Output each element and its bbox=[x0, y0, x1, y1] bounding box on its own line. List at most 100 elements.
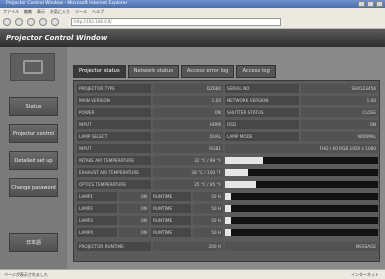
row-value-2: FHD / 60 RGB 1920 x 1080 bbox=[225, 144, 378, 153]
logo bbox=[10, 53, 55, 81]
page-content: Status Projector control Detailed set up… bbox=[0, 47, 385, 269]
status-row: LAMP1 ON RUNTIME 50 H bbox=[77, 191, 378, 202]
status-panel: PROJECTOR TYPE DZ680 SERIAL NO SH0123456… bbox=[73, 80, 380, 262]
row-value-2: 50 H bbox=[193, 192, 223, 201]
status-row: PROJECTOR RUNTIME 200 H MESSAGE bbox=[77, 241, 378, 252]
row-value: DZ680 bbox=[153, 84, 223, 93]
row-value: ON bbox=[119, 204, 149, 213]
browser-toolbar: http://192.168.0.8/ bbox=[0, 16, 385, 29]
window-title: Projector Control Window - Microsoft Int… bbox=[6, 1, 128, 6]
row-label: LAMP2 bbox=[77, 204, 117, 213]
row-value: ON bbox=[119, 192, 149, 201]
status-text: ページが表示されました bbox=[4, 272, 48, 277]
row-label-2: RUNTIME bbox=[151, 192, 191, 201]
sidebar-item-language[interactable]: 日本語 bbox=[9, 233, 58, 252]
status-row: LAMP SELECT DUAL LAMP MODE NORMAL bbox=[77, 131, 378, 142]
temperature-bar bbox=[225, 181, 378, 188]
address-bar[interactable]: http://192.168.0.8/ bbox=[71, 18, 281, 26]
main-area: Projector status Network status Access e… bbox=[67, 47, 385, 269]
row-value-2: ON bbox=[301, 120, 378, 129]
row-label: LAMP3 bbox=[77, 216, 117, 225]
lamp-runtime-bar-fill bbox=[225, 217, 232, 224]
menu-item-tools[interactable]: ツール bbox=[75, 9, 87, 15]
row-value: ON bbox=[153, 108, 223, 117]
tab-access-error-log[interactable]: Access error log bbox=[180, 65, 235, 78]
tab-access-log[interactable]: Access log bbox=[236, 65, 276, 78]
menu-item-favorites[interactable]: お気に入り bbox=[50, 9, 70, 15]
row-value: 1.00 bbox=[153, 96, 223, 105]
window-title-bar: Projector Control Window - Microsoft Int… bbox=[0, 0, 385, 8]
temperature-bar-fill bbox=[225, 157, 264, 164]
row-value: RGB1 bbox=[153, 144, 223, 153]
sidebar-item-projector-control[interactable]: Projector control bbox=[9, 124, 58, 143]
lamp-runtime-bar bbox=[225, 193, 378, 200]
status-row: OPTICS TEMPERATURE 35 °C / 95 °F bbox=[77, 179, 378, 190]
row-label: INPUT bbox=[77, 144, 151, 153]
status-row: LAMP4 ON RUNTIME 50 H bbox=[77, 227, 378, 238]
row-value-2: 50 H bbox=[193, 228, 223, 237]
sidebar-item-detailed-setup[interactable]: Detailed set up bbox=[9, 151, 58, 170]
back-icon[interactable] bbox=[3, 18, 11, 26]
tab-bar: Projector status Network status Access e… bbox=[73, 65, 276, 78]
row-value: DUAL bbox=[153, 132, 223, 141]
browser-status-bar: ページが表示されました インターネット bbox=[0, 269, 385, 279]
row-label: LAMP1 bbox=[77, 192, 117, 201]
forward-icon[interactable] bbox=[15, 18, 23, 26]
row-label-2: SHUTTER STATUS bbox=[225, 108, 299, 117]
status-row: INTAKE AIR TEMPERATURE 32 °C / 89 °F bbox=[77, 155, 378, 166]
row-value: 200 H bbox=[153, 242, 223, 251]
status-row: MAIN VERSION 1.00 NETWORK VERSION 1.00 bbox=[77, 95, 378, 106]
home-icon[interactable] bbox=[51, 18, 59, 26]
row-label: INPUT bbox=[77, 120, 151, 129]
menu-item-help[interactable]: ヘルプ bbox=[92, 9, 104, 15]
row-label-2: NETWORK VERSION bbox=[225, 96, 299, 105]
row-value-2: 50 H bbox=[193, 216, 223, 225]
menu-item-view[interactable]: 表示 bbox=[37, 9, 45, 15]
lamp-runtime-bar-fill bbox=[225, 205, 232, 212]
row-value-2: NORMAL bbox=[301, 132, 378, 141]
row-value: 38 °C / 100 °F bbox=[153, 168, 223, 177]
row-value-2: 50 H bbox=[193, 204, 223, 213]
lamp-runtime-bar bbox=[225, 205, 378, 212]
row-label-2: RUNTIME bbox=[151, 228, 191, 237]
menu-item-edit[interactable]: 編集 bbox=[24, 9, 32, 15]
minimize-icon[interactable] bbox=[358, 1, 365, 7]
row-label: PROJECTOR TYPE bbox=[77, 84, 151, 93]
row-value: ON bbox=[119, 216, 149, 225]
row-label: LAMP SELECT bbox=[77, 132, 151, 141]
close-icon[interactable] bbox=[376, 1, 383, 7]
browser-window: Projector Control Window - Microsoft Int… bbox=[0, 0, 385, 279]
row-value: ON bbox=[119, 228, 149, 237]
temperature-bar bbox=[225, 169, 378, 176]
tab-projector-status[interactable]: Projector status bbox=[73, 65, 126, 78]
row-value-2: MESSAGE bbox=[225, 242, 378, 251]
status-row: POWER ON SHUTTER STATUS CLOSE bbox=[77, 107, 378, 118]
page-banner: Projector Control Window bbox=[0, 29, 385, 47]
sidebar-item-change-password[interactable]: Change password bbox=[9, 178, 58, 197]
row-label-2: RUNTIME bbox=[151, 204, 191, 213]
row-value-2: CLOSE bbox=[301, 108, 378, 117]
row-label: OPTICS TEMPERATURE bbox=[77, 180, 151, 189]
maximize-icon[interactable] bbox=[367, 1, 374, 7]
lamp-runtime-bar-fill bbox=[225, 229, 232, 236]
status-row: INPUT HDMI OSD ON bbox=[77, 119, 378, 130]
row-value: 32 °C / 89 °F bbox=[153, 156, 223, 165]
row-label-2: RUNTIME bbox=[151, 216, 191, 225]
page-title: Projector Control Window bbox=[6, 34, 108, 42]
sidebar-item-status[interactable]: Status bbox=[9, 97, 58, 116]
temperature-bar-fill bbox=[225, 181, 256, 188]
stop-icon[interactable] bbox=[27, 18, 35, 26]
row-value: 35 °C / 95 °F bbox=[153, 180, 223, 189]
temperature-bar-fill bbox=[225, 169, 248, 176]
row-label: MAIN VERSION bbox=[77, 96, 151, 105]
projector-logo-icon bbox=[23, 60, 43, 74]
row-value-2: SH0123456 bbox=[301, 84, 378, 93]
row-label: PROJECTOR RUNTIME bbox=[77, 242, 151, 251]
tab-network-status[interactable]: Network status bbox=[127, 65, 179, 78]
refresh-icon[interactable] bbox=[39, 18, 47, 26]
security-zone: インターネット bbox=[351, 272, 379, 277]
row-value: HDMI bbox=[153, 120, 223, 129]
row-label-2: LAMP MODE bbox=[225, 132, 299, 141]
menu-item-file[interactable]: ファイル bbox=[3, 9, 19, 15]
status-row: EXHAUST AIR TEMPERATURE 38 °C / 100 °F bbox=[77, 167, 378, 178]
